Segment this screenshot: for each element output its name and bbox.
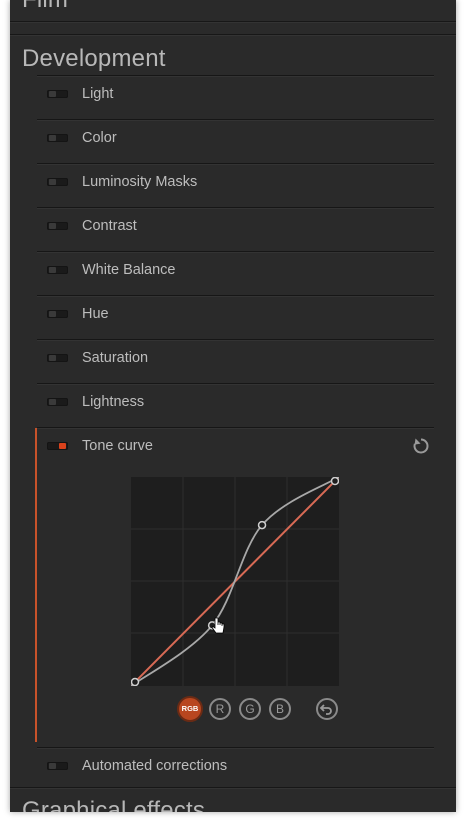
toggle-knob bbox=[49, 91, 56, 97]
section-title-film[interactable]: Film bbox=[22, 0, 68, 14]
enable-toggle[interactable] bbox=[47, 178, 68, 186]
curve-control-point[interactable] bbox=[130, 677, 140, 687]
channel-b-button[interactable]: B bbox=[269, 698, 291, 720]
enable-toggle[interactable] bbox=[47, 442, 68, 450]
undo-icon[interactable] bbox=[316, 698, 338, 720]
section-divider bbox=[10, 787, 456, 789]
row-lightness[interactable]: Lightness bbox=[37, 383, 434, 427]
enable-toggle[interactable] bbox=[47, 90, 68, 98]
row-label: Tone curve bbox=[82, 438, 153, 454]
row-label: Light bbox=[82, 86, 114, 102]
section-divider bbox=[10, 34, 456, 36]
toggle-knob bbox=[49, 267, 56, 273]
row-separator bbox=[37, 251, 434, 253]
enable-toggle[interactable] bbox=[47, 762, 68, 770]
row-separator bbox=[37, 747, 434, 749]
toggle-knob bbox=[59, 443, 66, 449]
row-separator bbox=[37, 119, 434, 121]
toggle-knob bbox=[49, 179, 56, 185]
tone-curve-editor[interactable] bbox=[130, 476, 340, 687]
channel-g-button[interactable]: G bbox=[239, 698, 261, 720]
row-automated-corrections[interactable]: Automated corrections bbox=[37, 747, 434, 791]
row-white-balance[interactable]: White Balance bbox=[37, 251, 434, 295]
enable-toggle[interactable] bbox=[47, 310, 68, 318]
row-label: Lightness bbox=[82, 394, 145, 410]
active-section-indicator bbox=[35, 428, 37, 742]
row-label: Saturation bbox=[82, 350, 149, 366]
row-saturation[interactable]: Saturation bbox=[37, 339, 434, 383]
row-label: Contrast bbox=[82, 218, 137, 234]
channel-rgb-button[interactable]: RGB bbox=[177, 696, 203, 722]
toggle-knob bbox=[49, 763, 56, 769]
curve-control-point[interactable] bbox=[330, 476, 340, 486]
enable-toggle[interactable] bbox=[47, 222, 68, 230]
row-label: Hue bbox=[82, 306, 109, 322]
row-separator bbox=[37, 295, 434, 297]
row-tone-curve[interactable]: Tone curve bbox=[37, 427, 434, 471]
enable-toggle[interactable] bbox=[47, 354, 68, 362]
reset-icon[interactable] bbox=[411, 436, 431, 456]
row-separator bbox=[37, 163, 434, 165]
row-label: Automated corrections bbox=[82, 758, 228, 774]
row-separator bbox=[37, 383, 434, 385]
row-label: Luminosity Masks bbox=[82, 174, 198, 190]
section-title-development[interactable]: Development bbox=[22, 45, 166, 73]
channel-r-button[interactable]: R bbox=[209, 698, 231, 720]
row-light[interactable]: Light bbox=[37, 75, 434, 119]
row-hue[interactable]: Hue bbox=[37, 295, 434, 339]
row-contrast[interactable]: Contrast bbox=[37, 207, 434, 251]
row-label: Color bbox=[82, 130, 117, 146]
section-divider bbox=[10, 21, 456, 23]
row-separator bbox=[37, 339, 434, 341]
curve-control-point[interactable] bbox=[257, 520, 267, 530]
row-separator bbox=[37, 75, 434, 77]
toggle-knob bbox=[49, 223, 56, 229]
row-label: White Balance bbox=[82, 262, 176, 278]
toggle-knob bbox=[49, 311, 56, 317]
row-separator bbox=[37, 207, 434, 209]
enable-toggle[interactable] bbox=[47, 266, 68, 274]
enable-toggle[interactable] bbox=[47, 134, 68, 142]
toggle-knob bbox=[49, 399, 56, 405]
toggle-knob bbox=[49, 355, 56, 361]
row-luminosity-masks[interactable]: Luminosity Masks bbox=[37, 163, 434, 207]
section-title-graphical-effects[interactable]: Graphical effects bbox=[22, 797, 205, 812]
settings-panel: Film Development Light Color Luminosity … bbox=[10, 0, 456, 812]
tone-curve-graph[interactable] bbox=[130, 476, 340, 687]
row-color[interactable]: Color bbox=[37, 119, 434, 163]
row-separator bbox=[37, 427, 434, 429]
enable-toggle[interactable] bbox=[47, 398, 68, 406]
toggle-knob bbox=[49, 135, 56, 141]
